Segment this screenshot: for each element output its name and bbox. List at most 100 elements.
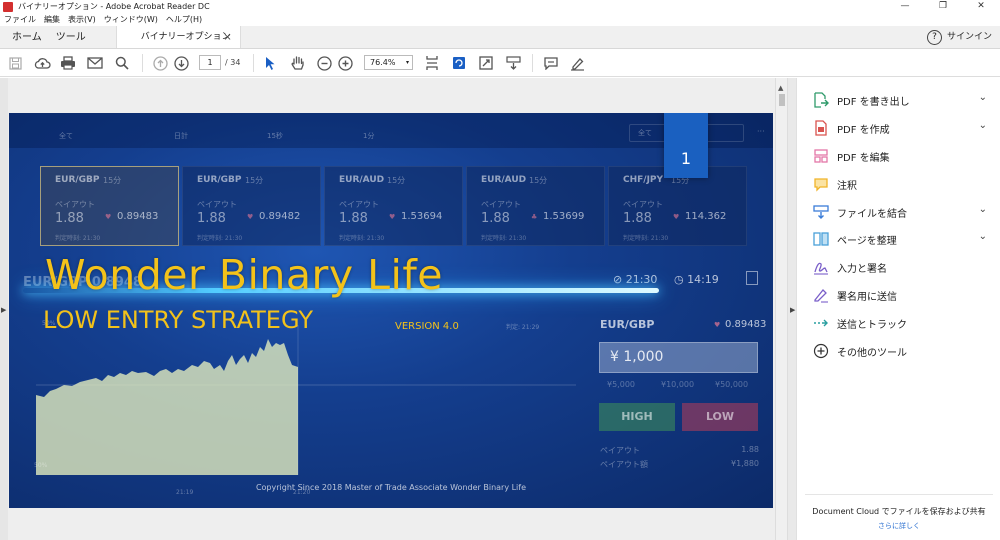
tool-label: PDF を書き出し	[837, 97, 910, 108]
select-cursor-icon[interactable]	[262, 54, 278, 72]
chart-deadline-label: 判定: 21:29	[506, 324, 540, 331]
scroll-up-icon[interactable]: ▲	[778, 84, 783, 92]
window-title: バイナリーオプション - Adobe Acrobat Reader DC	[18, 2, 210, 11]
slide-title: Wonder Binary Life	[45, 251, 444, 299]
tab-home[interactable]: ホーム	[0, 26, 54, 48]
slide-tab-1m: 1分	[363, 132, 375, 140]
help-icon[interactable]: ?	[927, 30, 942, 45]
tool-send-track[interactable]: 送信とトラック	[797, 313, 1000, 333]
menu-view[interactable]: 表示(V)	[68, 14, 96, 25]
order-rate: 0.89483	[725, 319, 767, 330]
menu-help[interactable]: ヘルプ(H)	[166, 14, 202, 25]
card-payout-label: ペイアウト	[55, 200, 95, 209]
print-icon[interactable]	[59, 54, 77, 72]
card-payout: 1.88	[623, 211, 652, 226]
card-rate: 0.89483	[117, 211, 159, 222]
vertical-scrollbar[interactable]: ▲	[775, 78, 787, 540]
rotate-view-icon[interactable]	[451, 54, 467, 72]
stat-value: 1.88	[741, 445, 759, 454]
tab-document[interactable]: バイナリーオプション ×	[115, 26, 241, 49]
comment-icon	[814, 178, 828, 192]
export-pdf-icon	[814, 92, 829, 108]
slide-version: VERSION 4.0	[395, 321, 459, 332]
fit-page-icon[interactable]	[424, 54, 440, 72]
left-panel-toggle[interactable]: ▶	[0, 78, 8, 540]
previous-page-icon[interactable]	[152, 54, 169, 72]
order-amount: ¥ 1,000	[610, 349, 664, 365]
chevron-right-icon: ▶	[1, 306, 7, 314]
send-for-signature-icon	[814, 289, 828, 303]
card-duration: 15分	[529, 176, 548, 185]
low-button: LOW	[682, 403, 758, 431]
slide-time-deadline: ⊘ 21:30	[613, 273, 658, 286]
tool-comment[interactable]: 注釈	[797, 174, 1000, 194]
page-number-input[interactable]: 1	[199, 55, 221, 70]
zoom-in-icon[interactable]	[337, 54, 354, 72]
chevron-down-icon[interactable]: ⌄	[979, 120, 987, 131]
tool-combine-files[interactable]: ファイルを結合 ⌄	[797, 202, 1000, 222]
tool-export-pdf[interactable]: PDF を書き出し ⌄	[797, 90, 1000, 110]
flag-icon	[746, 271, 758, 285]
upload-cloud-icon[interactable]	[33, 54, 51, 72]
amount-option: ¥5,000	[607, 380, 635, 389]
tool-send-for-signature[interactable]: 署名用に送信	[797, 285, 1000, 305]
page-total: / 34	[225, 58, 241, 67]
acrobat-icon	[3, 1, 13, 12]
tool-edit-pdf[interactable]: PDF を編集	[797, 146, 1000, 166]
close-tab-icon[interactable]: ×	[223, 26, 231, 49]
toolbar-divider	[142, 54, 143, 72]
hand-tool-icon[interactable]	[289, 54, 307, 72]
slide-rate-card: EUR/AUD 15分 ペイアウト 1.88 ♣ 1.53699 判定時刻: 2…	[466, 166, 605, 246]
tab-tools[interactable]: ツール	[54, 26, 98, 48]
amount-option: ¥50,000	[715, 380, 749, 389]
edit-pdf-icon	[814, 149, 828, 163]
slide-rate-card: EUR/GBP 15分 ペイアウト 1.88 ♥ 0.89482 判定時刻: 2…	[182, 166, 321, 246]
comment-icon[interactable]	[542, 54, 559, 72]
chevron-down-icon[interactable]: ⌄	[979, 231, 987, 242]
card-duration: 15分	[245, 176, 264, 185]
menu-window[interactable]: ウィンドウ(W)	[104, 14, 158, 25]
next-page-icon[interactable]	[173, 54, 190, 72]
menu-file[interactable]: ファイル	[4, 14, 36, 25]
right-panel-toggle[interactable]: ▶	[787, 78, 796, 540]
tool-label: PDF を編集	[837, 153, 890, 164]
card-pair: EUR/AUD	[481, 175, 527, 185]
card-payout: 1.88	[55, 211, 84, 226]
sign-in-link[interactable]: サインイン	[947, 26, 992, 49]
chevron-down-icon[interactable]: ⌄	[979, 92, 987, 103]
full-screen-icon[interactable]	[478, 54, 494, 72]
card-pair: EUR/GBP	[55, 175, 100, 185]
slide-tab-daily: 日計	[174, 132, 188, 140]
scroll-mode-icon[interactable]	[505, 54, 522, 72]
tool-more-tools[interactable]: その他のツール	[797, 341, 1000, 361]
email-icon[interactable]	[86, 54, 104, 72]
search-icon[interactable]	[113, 54, 131, 72]
zoom-out-icon[interactable]	[316, 54, 333, 72]
maximize-button[interactable]: ❐	[924, 0, 962, 13]
card-payout: 1.88	[339, 211, 368, 226]
pdf-slide-page: 全て 日計 15秒 1分 全て ··· EUR/GBP 15分 ペイアウト 1.…	[9, 113, 773, 508]
tool-create-pdf[interactable]: PDF を作成 ⌄	[797, 118, 1000, 138]
heart-icon: ♣	[531, 213, 538, 221]
organize-pages-icon	[813, 232, 829, 246]
scrollbar-thumb[interactable]	[779, 94, 785, 106]
zoom-level-select[interactable]: 76.4% ▾	[364, 55, 413, 70]
close-window-button[interactable]: ✕	[962, 0, 1000, 13]
tool-organize-pages[interactable]: ページを整理 ⌄	[797, 229, 1000, 249]
chevron-down-icon[interactable]: ⌄	[979, 204, 987, 215]
card-pair: EUR/GBP	[197, 175, 242, 185]
stat-label: ペイアウト額	[600, 460, 648, 469]
save-icon[interactable]	[8, 54, 22, 72]
tool-label: 送信とトラック	[837, 320, 907, 331]
menu-edit[interactable]: 編集	[44, 14, 60, 25]
heart-icon: ♥	[247, 213, 254, 221]
heart-icon: ♥	[714, 321, 721, 329]
learn-more-link[interactable]: さらに詳しく	[797, 521, 1000, 531]
highlight-pen-icon[interactable]	[569, 54, 586, 72]
card-payout-label: ペイアウト	[481, 200, 521, 209]
title-bar: バイナリーオプション - Adobe Acrobat Reader DC — ❐…	[0, 0, 1000, 13]
tool-fill-sign[interactable]: 入力と署名	[797, 257, 1000, 277]
high-button: HIGH	[599, 403, 675, 431]
minimize-button[interactable]: —	[886, 0, 924, 13]
card-payout-label: ペイアウト	[339, 200, 379, 209]
